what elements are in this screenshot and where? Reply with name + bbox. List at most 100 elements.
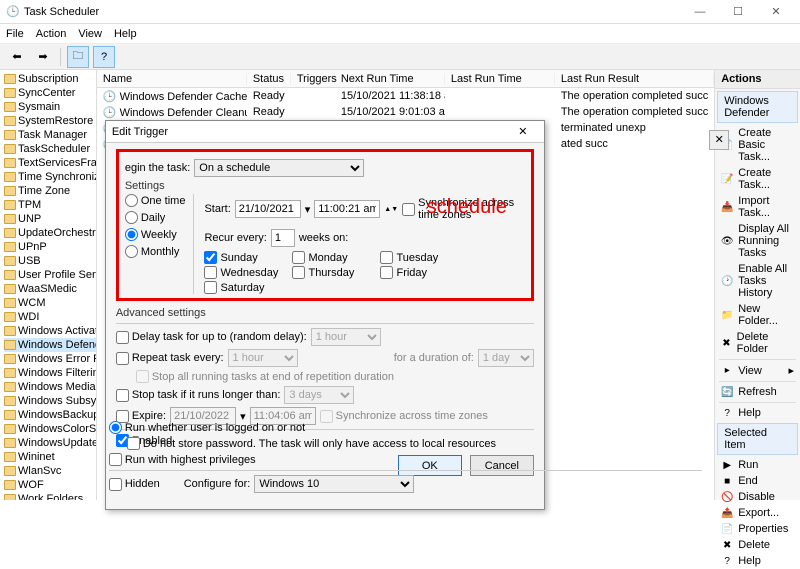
actions-context: Windows Defender (717, 91, 798, 123)
tree-item[interactable]: TextServicesFramework (4, 156, 96, 170)
dialog-title: Edit Trigger (112, 126, 168, 138)
advanced-label: Advanced settings (116, 307, 534, 319)
menu-action[interactable]: Action (36, 28, 67, 40)
action-item[interactable]: 📄Properties (715, 521, 800, 537)
no-store-checkbox[interactable]: Do not store password. The task will onl… (127, 437, 496, 450)
minimize-button[interactable]: — (682, 2, 718, 22)
day-wednesday[interactable]: Wednesday (204, 266, 282, 279)
action-item[interactable]: 📁New Folder... (715, 301, 800, 329)
tree-item[interactable]: SystemRestore (4, 114, 96, 128)
tree-item[interactable]: WCM (4, 296, 96, 310)
day-tuesday[interactable]: Tuesday (380, 251, 458, 264)
tree-item[interactable]: WaaSMedic (4, 282, 96, 296)
forward-button[interactable]: ➡ (32, 46, 54, 68)
panel-close-button[interactable]: ✕ (709, 130, 729, 150)
tree-item[interactable]: WDI (4, 310, 96, 324)
tree-item[interactable]: WOF (4, 478, 96, 492)
action-item[interactable]: ■End (715, 473, 800, 489)
day-thursday[interactable]: Thursday (292, 266, 370, 279)
tree-item[interactable]: TPM (4, 198, 96, 212)
tree-item[interactable]: Windows Media Sharing (4, 380, 96, 394)
stopall-checkbox: Stop all running tasks at end of repetit… (136, 370, 394, 383)
highest-priv-checkbox[interactable]: Run with highest privileges (109, 453, 256, 466)
action-item[interactable]: 📥Import Task... (715, 193, 800, 221)
tree-item[interactable]: UNP (4, 212, 96, 226)
tree-item[interactable]: User Profile Service (4, 268, 96, 282)
tree-item[interactable]: Windows Error Reporting (4, 352, 96, 366)
tree-item[interactable]: Windows Subsystem For Linux (4, 394, 96, 408)
day-monday[interactable]: Monday (292, 251, 370, 264)
tree-view[interactable]: SubscriptionSyncCenterSysmainSystemResto… (0, 70, 97, 500)
action-item[interactable]: 🚫Disable (715, 489, 800, 505)
help-button[interactable]: ? (93, 46, 115, 68)
tree-item[interactable]: Subscription (4, 72, 96, 86)
window-title: Task Scheduler (24, 6, 99, 18)
day-sunday[interactable]: Sunday (204, 251, 282, 264)
action-item[interactable]: ✖Delete Folder (715, 329, 800, 357)
freq-monthly[interactable]: Monthly (125, 245, 186, 258)
tree-item[interactable]: WindowsColorSystem (4, 422, 96, 436)
scope-button[interactable]: 🗀 (67, 46, 89, 68)
menu-bar: File Action View Help (0, 24, 800, 44)
repeat-checkbox[interactable]: Repeat task every: (116, 352, 224, 365)
freq-weekly[interactable]: Weekly (125, 228, 186, 241)
menu-view[interactable]: View (78, 28, 102, 40)
tree-item[interactable]: TaskScheduler (4, 142, 96, 156)
recur-input[interactable] (271, 229, 295, 247)
tree-item[interactable]: Time Zone (4, 184, 96, 198)
annotation-text: schedule (427, 196, 507, 219)
delay-checkbox[interactable]: Delay task for up to (random delay): (116, 331, 307, 344)
action-item[interactable]: 🕑Enable All Tasks History (715, 261, 800, 301)
stop-longer-select: 3 days (284, 386, 354, 404)
repeat-select: 1 hour (228, 349, 298, 367)
run-logged-radio[interactable]: Run whether user is logged on or not (109, 421, 305, 434)
tree-item[interactable]: Windows Filtering Platform (4, 366, 96, 380)
stop-longer-checkbox[interactable]: Stop task if it runs longer than: (116, 389, 281, 402)
freq-daily[interactable]: Daily (125, 211, 186, 224)
day-friday[interactable]: Friday (380, 266, 458, 279)
tree-item[interactable]: Windows Activation Technologies (4, 324, 96, 338)
tree-item[interactable]: SyncCenter (4, 86, 96, 100)
action-item[interactable]: ▸View▸ (715, 362, 800, 379)
tree-item[interactable]: Time Synchronization (4, 170, 96, 184)
back-button[interactable]: ⬅ (6, 46, 28, 68)
hidden-checkbox[interactable]: Hidden (109, 478, 160, 491)
tree-item[interactable]: Task Manager (4, 128, 96, 142)
task-list-header: Name Status Triggers Next Run Time Last … (97, 70, 714, 88)
tree-item[interactable]: Windows Defender (4, 338, 96, 352)
configure-label: Configure for: (184, 478, 251, 490)
title-bar: 🕒 Task Scheduler — ☐ ✕ (0, 0, 800, 24)
maximize-button[interactable]: ☐ (720, 2, 756, 22)
tree-item[interactable]: WlanSvc (4, 464, 96, 478)
action-item[interactable]: 🔄Refresh (715, 384, 800, 400)
tree-item[interactable]: WindowsUpdate (4, 436, 96, 450)
actions-header: Actions (715, 70, 800, 89)
action-item[interactable]: 👁Display All Running Tasks (715, 221, 800, 261)
close-button[interactable]: ✕ (758, 2, 794, 22)
tree-item[interactable]: UPnP (4, 240, 96, 254)
task-row[interactable]: 🕒 Windows Defender CleanupReady15/10/202… (97, 104, 714, 120)
action-item[interactable]: ?Help (715, 553, 800, 569)
action-item[interactable]: ✖Delete (715, 537, 800, 553)
tree-item[interactable]: Work Folders (4, 492, 96, 500)
tree-item[interactable]: Wininet (4, 450, 96, 464)
tree-item[interactable]: UpdateOrchestrator (4, 226, 96, 240)
action-item[interactable]: ▶Run (715, 457, 800, 473)
action-item[interactable]: 📝Create Task... (715, 165, 800, 193)
schedule-highlight: schedule egin the task: On a schedule Se… (116, 149, 534, 301)
tree-item[interactable]: WindowsBackup (4, 408, 96, 422)
day-saturday[interactable]: Saturday (204, 281, 282, 294)
freq-onetime[interactable]: One time (125, 194, 186, 207)
action-item[interactable]: ?Help (715, 405, 800, 421)
task-row[interactable]: 🕒 Windows Defender Cache Mainten...Ready… (97, 88, 714, 104)
menu-help[interactable]: Help (114, 28, 137, 40)
dialog-close-button[interactable]: ✕ (508, 125, 538, 138)
start-date-input[interactable] (235, 200, 301, 218)
configure-select[interactable]: Windows 10 (254, 475, 414, 493)
action-item[interactable]: 📤Export... (715, 505, 800, 521)
begin-task-select[interactable]: On a schedule (194, 159, 364, 177)
start-time-input[interactable] (314, 200, 380, 218)
tree-item[interactable]: Sysmain (4, 100, 96, 114)
tree-item[interactable]: USB (4, 254, 96, 268)
menu-file[interactable]: File (6, 28, 24, 40)
